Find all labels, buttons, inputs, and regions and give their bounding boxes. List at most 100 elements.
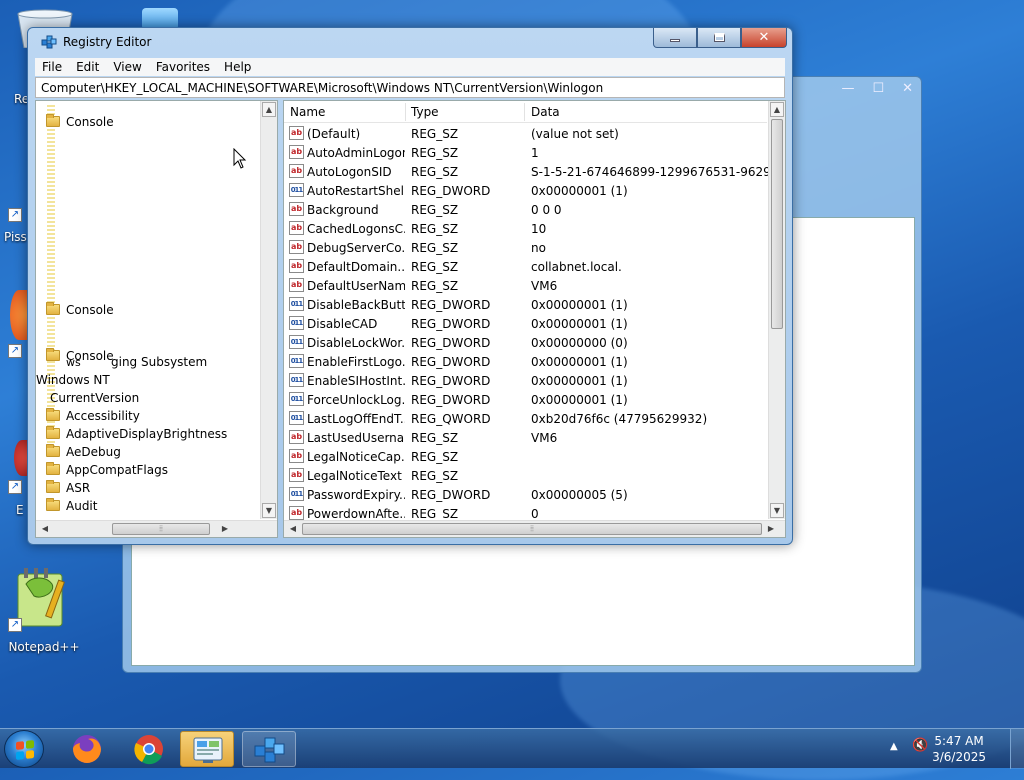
values-horizontal-scrollbar[interactable]: ◀ ⦙⦙ ▶	[284, 520, 785, 537]
column-data-header[interactable]: Data	[531, 105, 560, 119]
scroll-left-arrow-icon[interactable]: ◀	[38, 522, 52, 536]
registry-value-row[interactable]: 011 ForceUnlockLog... REG_DWORD 0x00000001 …	[284, 390, 769, 409]
column-name-header[interactable]: Name	[290, 105, 325, 119]
scroll-left-arrow-icon[interactable]: ◀	[286, 522, 300, 536]
registry-value-row[interactable]: ab (Default) REG_SZ (value not set)	[284, 124, 769, 143]
value-type: REG_QWORD	[411, 412, 491, 426]
scroll-up-arrow-icon[interactable]: ▲	[262, 102, 276, 117]
tree-item[interactable]: Console	[46, 302, 114, 321]
desktop-icon-label[interactable]: Notepad++	[4, 640, 84, 654]
taskbar-control-panel[interactable]	[180, 731, 234, 767]
value-type: REG_SZ	[411, 203, 459, 217]
registry-value-row[interactable]: 011 DisableLockWor... REG_DWORD 0x00000000 …	[284, 333, 769, 352]
menu-favorites[interactable]: Favorites	[149, 60, 217, 74]
scroll-thumb[interactable]	[771, 119, 783, 329]
tree-item[interactable]: Audit	[46, 498, 97, 517]
registry-value-row[interactable]: 011 EnableFirstLogo... REG_DWORD 0x00000001…	[284, 352, 769, 371]
registry-value-row[interactable]: 011 PasswordExpiry... REG_DWORD 0x00000005 …	[284, 485, 769, 504]
show-desktop-button[interactable]	[1010, 729, 1024, 769]
tree-item[interactable]: ASR	[46, 480, 90, 499]
registry-value-row[interactable]: ab DefaultUserName REG_SZ VM6	[284, 276, 769, 295]
scroll-down-arrow-icon[interactable]: ▼	[262, 503, 276, 518]
maximize-icon[interactable]: ☐	[872, 81, 884, 96]
registry-value-row[interactable]: ab LegalNoticeCap... REG_SZ	[284, 447, 769, 466]
string-value-icon: ab	[289, 506, 304, 520]
tree-item[interactable]: AppCompatFlags	[46, 462, 168, 481]
taskbar-firefox[interactable]	[60, 731, 114, 767]
tree-item[interactable]: AdaptiveDisplayBrightness	[46, 426, 227, 445]
tree-horizontal-scrollbar[interactable]: ◀ ⦙⦙ ▶	[36, 520, 277, 537]
registry-value-row[interactable]: 011 DisableCAD REG_DWORD 0x00000001 (1)	[284, 314, 769, 333]
window-title: Registry Editor	[63, 35, 152, 49]
background-window-controls: — ☐ ✕	[841, 81, 913, 96]
registry-value-row[interactable]: 011DisableBackButt... REG_DWORD 0x00000001…	[284, 295, 769, 314]
tree-item[interactable]: AeDebug	[46, 444, 121, 463]
registry-value-row[interactable]: ab AutoLogonSID REG_SZ S-1-5-21-674646899-1…	[284, 162, 785, 181]
binary-value-icon: 011	[289, 316, 304, 330]
value-data: 0x00000001 (1)	[531, 374, 628, 388]
tree-item[interactable]: Console	[46, 114, 114, 133]
scroll-up-arrow-icon[interactable]: ▲	[770, 102, 784, 117]
value-data: 0x00000001 (1)	[531, 355, 628, 369]
taskbar-registry-editor[interactable]	[242, 731, 296, 767]
registry-value-row[interactable]: ab DefaultDomain... REG_SZ collabnet.local.	[284, 257, 769, 276]
registry-value-row[interactable]: ab CachedLogonsC... REG_SZ 10	[284, 219, 769, 238]
tree-item[interactable]: Accessibility	[46, 408, 140, 427]
menu-view[interactable]: View	[106, 60, 148, 74]
value-type: REG_SZ	[411, 241, 459, 255]
registry-value-row[interactable]: ab AutoAdminLogon REG_SZ 1	[284, 143, 769, 162]
close-icon[interactable]: ✕	[902, 81, 913, 96]
value-data: 10	[531, 222, 547, 236]
value-type: REG_SZ	[411, 469, 459, 483]
registry-value-row[interactable]: ab DebugServerCo... REG_SZ no	[284, 238, 769, 257]
menu-bar: File Edit View Favorites Help	[35, 58, 785, 76]
minimize-button[interactable]	[653, 28, 697, 48]
tree-vertical-scrollbar[interactable]: ▲ ▼	[260, 101, 277, 519]
show-hidden-icons-icon[interactable]: ▲	[890, 741, 898, 752]
string-value-icon: ab	[289, 430, 304, 444]
title-bar[interactable]: Registry Editor ✕	[28, 28, 792, 54]
registry-value-row[interactable]: 011 AutoRestartShell REG_DWORD 0x00000001 (…	[284, 181, 769, 200]
column-separator[interactable]	[524, 103, 525, 121]
taskbar-chrome[interactable]	[122, 731, 176, 767]
scroll-thumb[interactable]: ⦙⦙	[112, 523, 210, 535]
address-bar[interactable]: Computer\HKEY_LOCAL_MACHINE\SOFTWARE\Mic…	[35, 77, 785, 98]
registry-value-row[interactable]: 011 LastLogOffEndT... REG_QWORD 0xb20d76f6c…	[284, 409, 769, 428]
menu-edit[interactable]: Edit	[69, 60, 106, 74]
tree-item[interactable]: CurrentVersion	[50, 391, 139, 409]
value-type: REG_DWORD	[411, 393, 491, 407]
registry-value-row[interactable]: 011 EnableSIHostInt... REG_DWORD 0x00000001…	[284, 371, 769, 390]
registry-value-row[interactable]: ab LegalNoticeText REG_SZ	[284, 466, 769, 485]
shortcut-icon: ↗	[8, 208, 22, 222]
regedit-icon	[41, 35, 57, 49]
column-separator[interactable]	[405, 103, 406, 121]
column-type-header[interactable]: Type	[411, 105, 439, 119]
menu-file[interactable]: File	[35, 60, 69, 74]
start-button[interactable]	[4, 730, 44, 768]
value-name: Background	[307, 203, 379, 217]
registry-value-row[interactable]: ab Background REG_SZ 0 0 0	[284, 200, 769, 219]
menu-help[interactable]: Help	[217, 60, 258, 74]
tree-item[interactable]: Windows NT	[36, 373, 110, 391]
maximize-button[interactable]	[697, 28, 741, 48]
value-type: REG_SZ	[411, 222, 459, 236]
registry-editor-window[interactable]: Registry Editor ✕ File Edit View Favorit…	[27, 27, 793, 545]
values-pane[interactable]: Name Type Data ab (Default) REG_SZ (value n…	[283, 100, 786, 538]
scroll-right-arrow-icon[interactable]: ▶	[764, 522, 778, 536]
maximize-icon	[713, 33, 725, 42]
tree-item[interactable]: ws	[66, 356, 81, 374]
system-clock[interactable]: 5:47 AM 3/6/2025	[932, 733, 986, 765]
value-name: AutoAdminLogon	[307, 146, 405, 160]
values-vertical-scrollbar[interactable]: ▲ ▼	[768, 101, 785, 519]
scroll-thumb[interactable]: ⦙⦙	[302, 523, 762, 535]
taskbar: ▲ 🔇 5:47 AM 3/6/2025	[0, 728, 1024, 769]
scroll-right-arrow-icon[interactable]: ▶	[218, 522, 232, 536]
value-name: EnableSIHostInt...	[307, 374, 405, 388]
tree-item[interactable]: ging Subsystem	[111, 355, 207, 373]
close-button[interactable]: ✕	[741, 28, 787, 48]
value-type: REG_DWORD	[411, 488, 491, 502]
minimize-icon[interactable]: —	[841, 81, 854, 96]
registry-value-row[interactable]: ab LastUsedUserna... REG_SZ VM6	[284, 428, 769, 447]
scroll-down-arrow-icon[interactable]: ▼	[770, 503, 784, 518]
volume-muted-icon[interactable]: 🔇	[912, 738, 928, 753]
